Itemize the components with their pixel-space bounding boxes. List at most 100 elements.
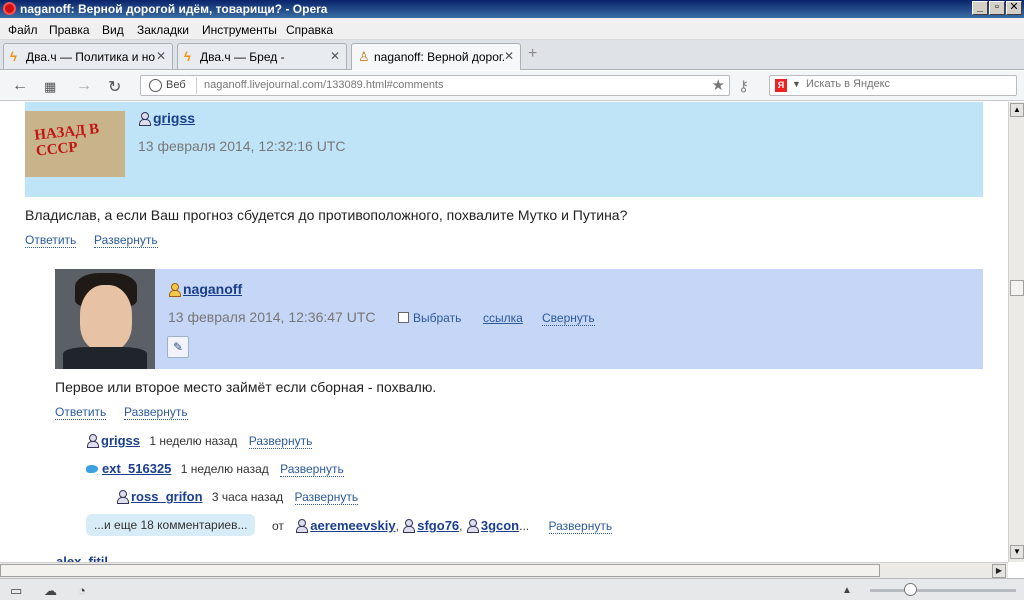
menu-view[interactable]: Вид bbox=[102, 23, 124, 37]
username-link[interactable]: naganoff bbox=[183, 281, 242, 297]
close-window-button[interactable]: ✕ bbox=[1006, 1, 1022, 15]
user-icon bbox=[466, 519, 479, 533]
username-link[interactable]: ext_516325 bbox=[102, 461, 171, 476]
tab-label: naganoff: Верной дорог... bbox=[374, 50, 504, 64]
comment-author: grigss bbox=[138, 110, 195, 126]
user-icon bbox=[86, 434, 99, 448]
select-label[interactable]: Выбрать bbox=[413, 311, 461, 325]
comment-author: naganoff bbox=[168, 281, 242, 297]
username-link[interactable]: grigss bbox=[153, 110, 195, 126]
comment-text: Первое или второе место займёт если сбор… bbox=[55, 379, 437, 395]
username-link[interactable]: sfgo76 bbox=[417, 518, 459, 533]
chevron-down-icon[interactable]: ▼ bbox=[792, 79, 801, 89]
username-link[interactable]: grigss bbox=[101, 433, 140, 448]
ellipsis: ... bbox=[519, 519, 530, 533]
avatar[interactable]: НАЗАД В СССР bbox=[25, 111, 125, 177]
username-link[interactable]: ross_grifon bbox=[131, 489, 203, 504]
collapse-link[interactable]: Свернуть bbox=[542, 311, 595, 326]
comment-date: 13 февраля 2014, 12:32:16 UTC bbox=[138, 138, 346, 154]
dvach-lightning-icon: ϟ bbox=[10, 49, 17, 64]
more-comments-button[interactable]: ...и еще 18 комментариев... bbox=[86, 514, 256, 536]
livejournal-user-icon: ♙ bbox=[358, 49, 370, 64]
url-separator bbox=[196, 77, 197, 94]
reply-link[interactable]: Ответить bbox=[55, 405, 107, 420]
minimize-button[interactable]: _ bbox=[972, 1, 988, 15]
username-link[interactable]: aeremeevskiy bbox=[310, 518, 395, 533]
user-icon bbox=[168, 283, 181, 297]
search-field[interactable]: Я ▼ bbox=[769, 75, 1017, 96]
checkbox[interactable] bbox=[398, 312, 409, 323]
twitter-bird-icon bbox=[86, 463, 100, 474]
scroll-down-icon[interactable]: ▼ bbox=[1010, 545, 1024, 559]
url-text[interactable]: naganoff.livejournal.com/133089.html#com… bbox=[204, 79, 444, 91]
panel-toggle-icon[interactable]: ▭ bbox=[10, 583, 22, 599]
expand-link[interactable]: Развернуть bbox=[548, 519, 613, 534]
comment-text: Владислав, а если Ваш прогноз сбудется д… bbox=[25, 207, 628, 223]
expand-link[interactable]: Развернуть bbox=[94, 233, 158, 248]
tab-close-icon[interactable]: ✕ bbox=[156, 49, 166, 63]
scroll-thumb[interactable] bbox=[1010, 280, 1024, 296]
web-label: Веб bbox=[166, 79, 186, 91]
opera-unite-cloud-icon[interactable]: ☁ bbox=[44, 583, 57, 599]
speed-dial-grid-icon[interactable]: ▦ bbox=[44, 79, 56, 95]
dvach-lightning-icon: ϟ bbox=[184, 49, 191, 64]
select-checkbox[interactable]: Выбрать bbox=[398, 311, 461, 325]
tab-naganoff[interactable]: ♙ naganoff: Верной дорог... ✕ bbox=[351, 43, 521, 70]
tab-close-icon[interactable]: ✕ bbox=[504, 49, 514, 63]
forward-arrow-icon[interactable]: → bbox=[76, 77, 92, 95]
reply-time: 3 часа назад bbox=[211, 490, 284, 504]
collapsed-reply: ext_516325 1 неделю назад Развернуть bbox=[86, 461, 344, 477]
expand-link[interactable]: Развернуть bbox=[124, 405, 188, 420]
menu-edit[interactable]: Правка bbox=[49, 23, 90, 37]
window-title-bar: naganoff: Верной дорогой идём, товарищи?… bbox=[0, 0, 1024, 18]
avatar[interactable] bbox=[55, 269, 155, 369]
scroll-thumb[interactable] bbox=[0, 564, 880, 577]
key-icon[interactable]: ⚷ bbox=[738, 77, 749, 95]
reload-icon[interactable]: ↻ bbox=[108, 77, 121, 97]
zoom-slider-track[interactable] bbox=[870, 589, 1016, 592]
back-arrow-icon[interactable]: ← bbox=[12, 77, 28, 95]
yandex-icon: Я bbox=[775, 79, 787, 92]
avatar-text: НАЗАД В СССР bbox=[33, 121, 100, 160]
expand-link[interactable]: Развернуть bbox=[294, 490, 359, 505]
menu-help[interactable]: Справка bbox=[286, 23, 333, 37]
scroll-up-icon[interactable]: ▲ bbox=[1010, 103, 1024, 117]
tab-close-icon[interactable]: ✕ bbox=[330, 49, 340, 63]
reply-time: 1 неделю назад bbox=[149, 434, 238, 448]
expand-link[interactable]: Развернуть bbox=[248, 434, 313, 449]
comment-date: 13 февраля 2014, 12:36:47 UTC bbox=[168, 309, 376, 325]
user-icon bbox=[116, 490, 129, 504]
pin-icon[interactable]: ✎ bbox=[167, 336, 189, 358]
scroll-right-icon[interactable]: ▶ bbox=[992, 564, 1006, 578]
comment-header: НАЗАД В СССР grigss 13 февраля 2014, 12:… bbox=[25, 102, 983, 197]
horizontal-scrollbar[interactable]: ▶ bbox=[0, 562, 1008, 578]
menu-bookmarks[interactable]: Закладки bbox=[137, 23, 189, 37]
address-toolbar: ← ▦ → ↻ Веб naganoff.livejournal.com/133… bbox=[0, 71, 1024, 101]
vertical-scrollbar[interactable]: ▲ ▼ bbox=[1008, 102, 1024, 562]
username-link[interactable]: 3gcon bbox=[481, 518, 519, 533]
zoom-slider-knob[interactable] bbox=[904, 583, 917, 596]
turbo-speedometer-icon[interactable]: ◔ bbox=[78, 583, 86, 598]
menu-tools[interactable]: Инструменты bbox=[202, 23, 277, 37]
search-input[interactable] bbox=[806, 78, 1006, 90]
url-field[interactable]: Веб naganoff.livejournal.com/133089.html… bbox=[140, 75, 730, 96]
tab-dvach-bred[interactable]: ϟ Два.ч — Бред - ✕ bbox=[177, 43, 347, 69]
page-content: НАЗАД В СССР grigss 13 февраля 2014, 12:… bbox=[0, 102, 1008, 562]
maximize-button[interactable]: ▫ bbox=[989, 1, 1005, 15]
more-comments-authors: от aeremeevskiy, sfgo76, 3gcon... Развер… bbox=[272, 518, 613, 534]
opera-logo-icon bbox=[3, 2, 16, 15]
tab-dvach-politics[interactable]: ϟ Два.ч — Политика и но... ✕ bbox=[3, 43, 173, 69]
reply-time: 1 неделю назад bbox=[180, 462, 269, 476]
permalink[interactable]: ссылка bbox=[483, 311, 523, 325]
reply-link[interactable]: Ответить bbox=[25, 233, 77, 248]
menu-file[interactable]: Файл bbox=[8, 23, 38, 37]
bookmark-star-icon[interactable]: ★ bbox=[712, 76, 725, 94]
tab-bar: ϟ Два.ч — Политика и но... ✕ ϟ Два.ч — Б… bbox=[0, 40, 1024, 70]
expand-link[interactable]: Развернуть bbox=[280, 462, 344, 477]
user-icon bbox=[295, 519, 309, 533]
comment-header: naganoff 13 февраля 2014, 12:36:47 UTC В… bbox=[55, 269, 983, 369]
partial-username[interactable]: alex_fitil bbox=[56, 554, 108, 562]
zoom-up-icon[interactable]: ▲ bbox=[842, 585, 852, 596]
window-title: naganoff: Верной дорогой идём, товарищи?… bbox=[20, 2, 328, 16]
new-tab-button[interactable]: + bbox=[528, 45, 537, 63]
